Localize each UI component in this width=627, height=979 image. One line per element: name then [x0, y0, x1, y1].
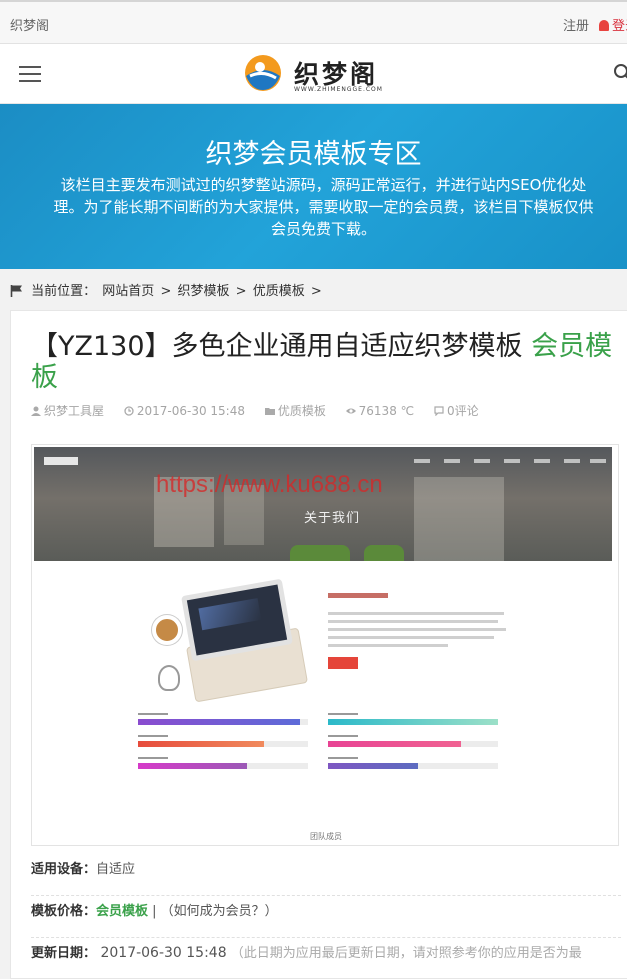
preview-laptop — [152, 577, 312, 703]
banner-description: 该栏目主要发布测试过的织梦整站源码，源码正常运行，并进行站内SEO优化处理。为了… — [53, 176, 594, 238]
meta-category-text: 优质模板 — [277, 404, 326, 418]
info-price: 模板价格：会员模板 | （如何成为会员？） — [31, 898, 621, 938]
user-icon — [31, 406, 41, 416]
meta-date-text: 2017-06-30 15:48 — [136, 404, 245, 418]
site-name-link[interactable]: 织梦阁 — [10, 15, 49, 34]
flag-icon — [10, 285, 22, 297]
breadcrumb-label: 当前位置： — [31, 284, 97, 299]
info-price-key: 模板价格： — [31, 904, 97, 919]
login-label: 登录 — [612, 19, 627, 34]
preview-logo — [44, 457, 78, 465]
register-link[interactable]: 注册 — [563, 15, 589, 34]
info-price-value[interactable]: 会员模板 — [96, 904, 148, 919]
breadcrumb-sep: > — [160, 284, 172, 299]
post-meta: 织梦工具屋 2017-06-30 15:48 优质模板 76138 ℃ 0评论 — [31, 402, 495, 419]
meta-date: 2017-06-30 15:48 — [124, 404, 245, 418]
meta-author-text: 织梦工具屋 — [44, 404, 105, 418]
preview-text-block — [328, 593, 508, 693]
meta-views-text: 76138 ℃ — [358, 404, 415, 418]
preview-hero: 关于我们 — [34, 447, 612, 561]
preview-hero-text: 关于我们 — [304, 511, 361, 526]
site-header: 织梦阁 WWW.ZHIMENGGE.COM — [0, 44, 627, 104]
folder-icon — [264, 408, 275, 415]
info-device-value: 自适应 — [96, 862, 136, 877]
breadcrumb-home[interactable]: 网站首页 — [102, 284, 154, 299]
info-updated-note: （此日期为应用最后更新日期，请对照参考你的应用是否为最 — [226, 946, 582, 961]
logo-url: WWW.ZHIMENGGE.COM — [294, 86, 383, 93]
meta-comments-text: 0评论 — [446, 404, 479, 418]
meta-comments[interactable]: 0评论 — [434, 402, 479, 419]
info-updated-key: 更新日期： — [31, 946, 97, 961]
meta-author[interactable]: 织梦工具屋 — [31, 402, 104, 419]
login-link[interactable]: 登录 — [599, 15, 627, 34]
post-title-text: 【YZ130】多色企业通用自适应织梦模板 — [31, 331, 532, 362]
article-card: 【YZ130】多色企业通用自适应织梦模板 会员模板 织梦工具屋 2017-06-… — [10, 310, 627, 979]
info-how-to-join-link[interactable]: | （如何成为会员？） — [148, 904, 278, 919]
preview-caption: 团队成员 — [310, 832, 342, 841]
info-device: 适用设备：自适应 — [31, 856, 621, 896]
template-preview-image[interactable]: 关于我们 https://www.ku688.cn 团队成员 — [31, 444, 619, 846]
menu-icon[interactable] — [19, 66, 41, 82]
top-bar: 织梦阁 注册 登录 — [0, 0, 627, 44]
breadcrumb-sep: > — [235, 284, 247, 299]
eye-icon — [345, 408, 356, 414]
info-updated: 更新日期： 2017-06-30 15:48 （此日期为应用最后更新日期，请对照… — [31, 940, 621, 979]
info-device-key: 适用设备： — [31, 862, 97, 877]
category-banner: 织梦会员模板专区 该栏目主要发布测试过的织梦整站源码，源码正常运行，并进行站内S… — [0, 104, 627, 269]
logo-mark-icon — [245, 55, 281, 91]
meta-views: 76138 ℃ — [345, 404, 415, 418]
breadcrumb: 当前位置： 网站首页 > 织梦模板 > 优质模板 > — [10, 280, 324, 299]
site-logo[interactable]: 织梦阁 WWW.ZHIMENGGE.COM — [244, 52, 404, 96]
watermark-text: https://www.ku688.cn — [156, 471, 383, 498]
info-updated-value: 2017-06-30 15:48 — [96, 945, 227, 961]
clock-icon — [124, 406, 134, 416]
search-icon[interactable] — [613, 63, 627, 83]
meta-category[interactable]: 优质模板 — [264, 402, 326, 419]
post-title: 【YZ130】多色企业通用自适应织梦模板 会员模板 — [31, 331, 616, 393]
breadcrumb-templates[interactable]: 织梦模板 — [178, 284, 230, 299]
banner-title: 织梦会员模板专区 — [205, 139, 422, 170]
bell-icon — [599, 20, 609, 31]
comment-icon — [434, 406, 444, 416]
breadcrumb-quality[interactable]: 优质模板 — [253, 284, 305, 299]
breadcrumb-sep: > — [310, 284, 322, 299]
